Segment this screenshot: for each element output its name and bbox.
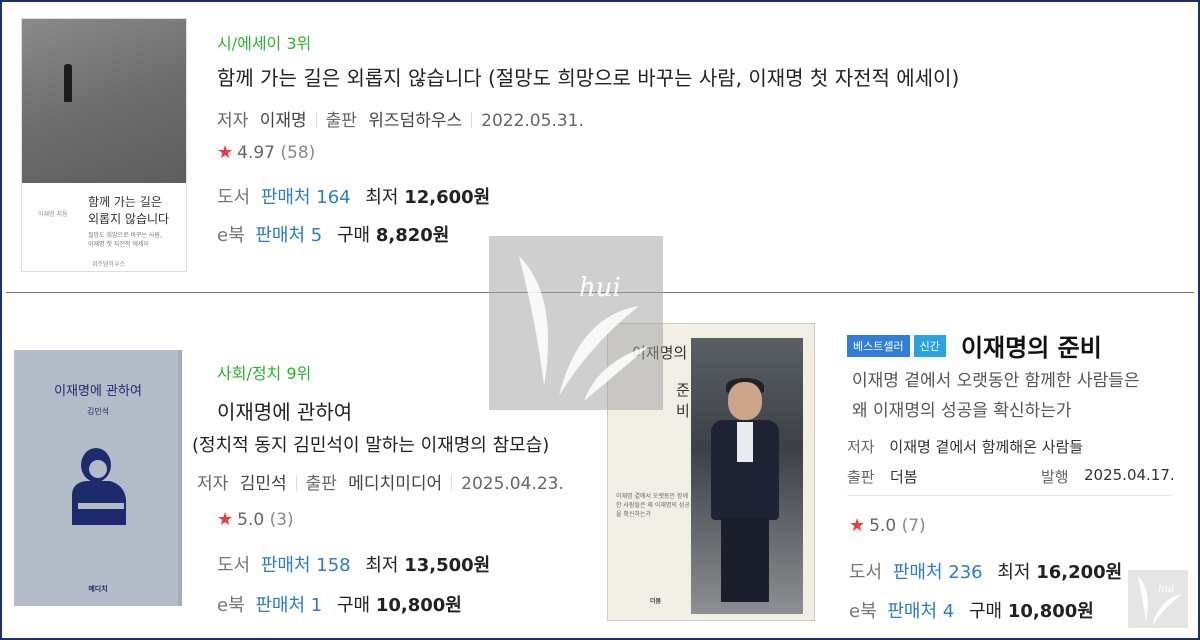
- publish-date: 2025.04.23.: [461, 474, 564, 494]
- star-icon: ★: [217, 142, 234, 163]
- rating-value: 5.0: [869, 516, 897, 536]
- book-description-line1: 이재명 곁에서 오랫동안 함께한 사람들은: [852, 371, 1140, 391]
- cover-author: 이재명 지음: [38, 211, 68, 218]
- lowest-label: 최저: [997, 562, 1031, 583]
- print-price-row: 도서 판매처 164 최저 12,600원: [217, 183, 490, 209]
- cover-subtitle: 이재명 곁에서 오랫동안 함께한 사람들은 왜 이재명의 성공을 확신하는가: [616, 493, 690, 518]
- author-row: 저자 이재명 곁에서 함께해온 사람들: [847, 436, 1083, 457]
- info-divider: [847, 495, 1172, 496]
- ebook-price-row: e북 판매처 5 구매 8,820원: [217, 221, 449, 247]
- author-link[interactable]: 이재명: [260, 111, 307, 131]
- cover-photo: [691, 338, 803, 614]
- publisher-link[interactable]: 위즈덤하우스: [368, 111, 462, 131]
- lowest-label: 최저: [365, 187, 399, 208]
- svg-text:hui: hui: [1158, 584, 1174, 595]
- purchase-price: 10,800원: [375, 595, 462, 616]
- category-rank: 시/에세이 3위: [217, 34, 312, 53]
- cover-portrait-illustration: [72, 448, 126, 525]
- rating-value: 5.0: [237, 510, 265, 530]
- meta-separator: [315, 112, 317, 128]
- date-label: 발행: [1041, 468, 1069, 486]
- cover-subtitle: 절망도 희망으로 바꾸는 사람, 이재명 첫 자전적 에세이: [88, 232, 162, 248]
- print-price-row: 도서 판매처 236 최저 16,200원: [849, 558, 1122, 584]
- rating: ★ 5.0 (3): [217, 509, 294, 530]
- watermark-logo-small: hui: [1128, 570, 1188, 628]
- rating-count: (7): [901, 516, 926, 536]
- rating: ★ 4.97 (58): [217, 142, 315, 163]
- cover-author: 김민석: [86, 407, 110, 416]
- purchase-label: 구매: [968, 601, 1003, 622]
- print-sellers-link[interactable]: 판매처 158: [261, 555, 351, 576]
- watermark-swoosh-icon: hui: [519, 256, 649, 401]
- publisher-link[interactable]: 메디치미디어: [348, 474, 442, 494]
- book-cover-2[interactable]: 이재명에 관하여 김민석 메디치: [14, 350, 182, 606]
- book-meta: 저자 이재명 출판 위즈덤하우스 2022.05.31.: [217, 106, 584, 131]
- purchase-label: 구매: [336, 595, 371, 616]
- cover-publisher: 위즈덤하우스: [92, 261, 126, 268]
- author-label: 저자: [217, 111, 249, 131]
- rating-value: 4.97: [237, 143, 275, 163]
- print-sellers-link[interactable]: 판매처 236: [893, 562, 983, 583]
- ebook-label: e북: [217, 595, 245, 616]
- watermark-logo: hui: [489, 236, 663, 410]
- lowest-price: 12,600원: [404, 187, 491, 208]
- author-link[interactable]: 이재명 곁에서 함께해온 사람들: [889, 438, 1083, 456]
- book-title-link[interactable]: 이재명의 준비: [961, 334, 1102, 362]
- rating-count: (58): [280, 143, 316, 163]
- svg-text:hui: hui: [579, 273, 621, 303]
- meta-separator: [295, 475, 297, 491]
- publish-date: 2022.05.31.: [481, 111, 584, 131]
- cover-title: 함께 가는 길은 외롭지 않습니다: [88, 195, 170, 226]
- star-icon: ★: [217, 509, 234, 530]
- publish-date: 2025.04.17.: [1084, 466, 1175, 484]
- cover-figure: [64, 64, 72, 102]
- publisher-label: 출판: [325, 111, 357, 131]
- book-subtitle: (정치적 동지 김민석이 말하는 이재명의 참모습): [192, 435, 550, 456]
- book-cover-1[interactable]: 이재명 지음 함께 가는 길은 외롭지 않습니다 절망도 희망으로 바꾸는 사람…: [21, 18, 187, 272]
- meta-separator: [451, 475, 453, 491]
- print-sellers-link[interactable]: 판매처 164: [261, 187, 351, 208]
- cover-publisher: 더봄: [650, 598, 662, 605]
- ebook-sellers-link[interactable]: 판매처 5: [255, 225, 322, 246]
- author-link[interactable]: 김민석: [240, 474, 287, 494]
- purchase-price: 8,820원: [375, 225, 450, 246]
- cover-title: 이재명에 관하여: [54, 384, 142, 399]
- publisher-label: 출판: [305, 474, 337, 494]
- ebook-label: e북: [217, 225, 245, 246]
- rating-count: (3): [269, 510, 294, 530]
- print-label: 도서: [217, 187, 251, 208]
- book-title-link[interactable]: 이재명에 관하여: [217, 396, 352, 425]
- purchase-price: 10,800원: [1007, 601, 1094, 622]
- cover-publisher: 메디치: [88, 585, 108, 593]
- book-title-link[interactable]: 함께 가는 길은 외롭지 않습니다 (절망도 희망으로 바꾸는 사람, 이재명 …: [217, 62, 959, 91]
- category-rank: 사회/정치 9위: [217, 364, 312, 383]
- cover-photo: [22, 19, 186, 183]
- publisher-label: 출판: [847, 468, 875, 486]
- author-label: 저자: [847, 438, 875, 456]
- lowest-price: 13,500원: [404, 555, 491, 576]
- lowest-label: 최저: [365, 555, 399, 576]
- watermark-swoosh-icon: hui: [1138, 576, 1182, 626]
- lowest-price: 16,200원: [1036, 562, 1123, 583]
- book-meta: 저자 김민석 출판 메디치미디어 2025.04.23.: [197, 469, 564, 494]
- purchase-label: 구매: [336, 225, 371, 246]
- ebook-price-row: e북 판매처 1 구매 10,800원: [217, 591, 462, 617]
- publisher-link[interactable]: 더봄: [890, 466, 918, 487]
- bestseller-badge: 베스트셀러: [847, 335, 910, 357]
- rating: ★ 5.0 (7): [849, 515, 926, 536]
- book-description-line2: 왜 이재명의 성공을 확신하는가: [852, 401, 1072, 421]
- book-heading: 베스트셀러 신간 이재명의 준비: [847, 328, 1102, 363]
- author-label: 저자: [197, 474, 229, 494]
- print-label: 도서: [849, 562, 883, 583]
- star-icon: ★: [849, 515, 866, 536]
- ebook-sellers-link[interactable]: 판매처 1: [255, 595, 322, 616]
- print-label: 도서: [217, 555, 251, 576]
- ebook-price-row: e북 판매처 4 구매 10,800원: [849, 597, 1094, 623]
- ebook-sellers-link[interactable]: 판매처 4: [887, 601, 954, 622]
- meta-separator: [471, 112, 473, 128]
- ebook-label: e북: [849, 601, 877, 622]
- print-price-row: 도서 판매처 158 최저 13,500원: [217, 551, 490, 577]
- new-badge: 신간: [913, 335, 946, 357]
